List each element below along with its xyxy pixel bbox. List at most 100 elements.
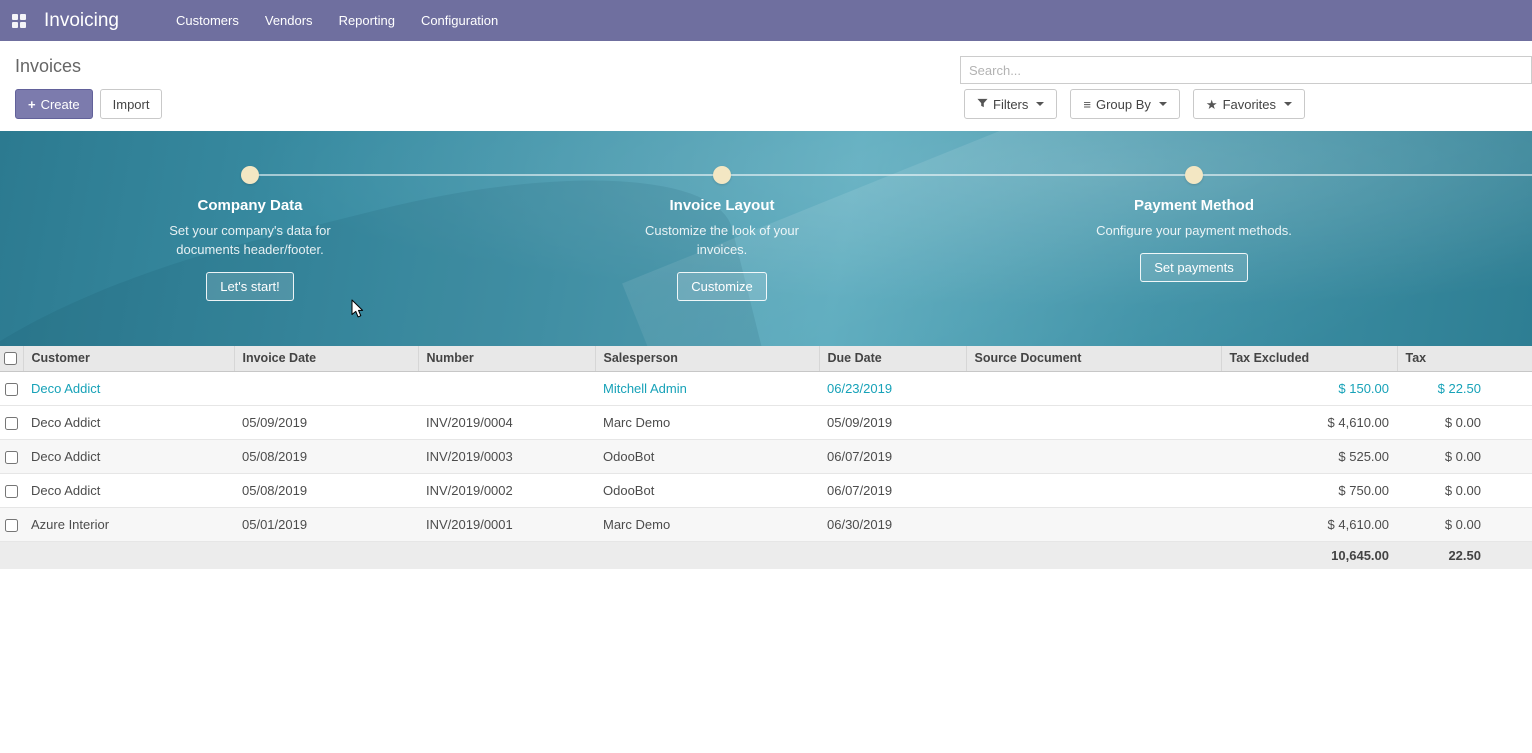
cell-tax: $ 0.00 <box>1397 473 1532 507</box>
onboarding-step-company-data: Company Data Set your company's data for… <box>100 197 400 301</box>
star-icon: ★ <box>1206 98 1218 111</box>
invoice-row[interactable]: Deco Addict 05/09/2019 INV/2019/0004 Mar… <box>0 405 1532 439</box>
column-header-invoice-date[interactable]: Invoice Date <box>234 346 418 371</box>
step-title: Invoice Layout <box>572 197 872 214</box>
row-select-cell <box>0 439 23 473</box>
cell-source-document <box>966 473 1221 507</box>
apps-grid-icon <box>12 14 26 28</box>
column-header-customer[interactable]: Customer <box>23 346 234 371</box>
cell-due-date: 06/07/2019 <box>819 473 966 507</box>
cell-salesperson: OdooBot <box>595 473 819 507</box>
search-options: Filters ≡ Group By ★ Favorites <box>964 89 1305 119</box>
cell-number: INV/2019/0004 <box>418 405 595 439</box>
apps-menu-button[interactable] <box>0 0 38 41</box>
cell-salesperson: Marc Demo <box>595 405 819 439</box>
cell-tax-excluded: $ 150.00 <box>1221 371 1397 405</box>
cell-tax: $ 0.00 <box>1397 507 1532 541</box>
create-button-label: Create <box>41 97 80 112</box>
cell-invoice-date: 05/09/2019 <box>234 405 418 439</box>
cell-customer: Deco Addict <box>23 439 234 473</box>
nav-item-configuration[interactable]: Configuration <box>408 0 511 41</box>
import-button[interactable]: Import <box>100 89 163 119</box>
cell-tax: $ 22.50 <box>1397 371 1532 405</box>
filters-button[interactable]: Filters <box>964 89 1057 119</box>
column-header-due-date[interactable]: Due Date <box>819 346 966 371</box>
step-description: Set your company's data for documents he… <box>145 221 355 259</box>
top-navbar: Invoicing Customers Vendors Reporting Co… <box>0 0 1532 41</box>
cell-source-document <box>966 405 1221 439</box>
favorites-button[interactable]: ★ Favorites <box>1193 89 1305 119</box>
step-dot-payment-method <box>1185 166 1203 184</box>
app-name[interactable]: Invoicing <box>44 10 119 32</box>
list-icon: ≡ <box>1083 98 1091 111</box>
cell-invoice-date: 05/01/2019 <box>234 507 418 541</box>
invoice-row[interactable]: Azure Interior 05/01/2019 INV/2019/0001 … <box>0 507 1532 541</box>
cell-tax: $ 0.00 <box>1397 439 1532 473</box>
nav-item-reporting[interactable]: Reporting <box>326 0 408 41</box>
cell-tax: $ 0.00 <box>1397 405 1532 439</box>
cell-invoice-date: 05/08/2019 <box>234 439 418 473</box>
column-header-tax-excluded[interactable]: Tax Excluded <box>1221 346 1397 371</box>
cell-tax-excluded: $ 750.00 <box>1221 473 1397 507</box>
group-by-label: Group By <box>1096 97 1151 112</box>
cell-salesperson: Marc Demo <box>595 507 819 541</box>
import-button-label: Import <box>113 97 150 112</box>
group-by-button[interactable]: ≡ Group By <box>1070 89 1180 119</box>
nav-item-customers[interactable]: Customers <box>163 0 252 41</box>
row-checkbox[interactable] <box>5 383 18 396</box>
cell-tax-excluded: $ 4,610.00 <box>1221 405 1397 439</box>
invoice-table: Customer Invoice Date Number Salesperson… <box>0 346 1532 569</box>
step-title: Payment Method <box>1044 197 1344 214</box>
caret-down-icon <box>1159 102 1167 106</box>
cell-source-document <box>966 507 1221 541</box>
row-checkbox[interactable] <box>5 417 18 430</box>
create-button[interactable]: + Create <box>15 89 93 119</box>
invoice-row[interactable]: Deco Addict 05/08/2019 INV/2019/0002 Odo… <box>0 473 1532 507</box>
step-description: Customize the look of your invoices. <box>627 221 817 259</box>
cell-invoice-date <box>234 371 418 405</box>
cell-salesperson: OdooBot <box>595 439 819 473</box>
cell-due-date: 06/07/2019 <box>819 439 966 473</box>
set-payments-button[interactable]: Set payments <box>1140 253 1248 282</box>
nav-item-vendors[interactable]: Vendors <box>252 0 326 41</box>
step-title: Company Data <box>100 197 400 214</box>
invoice-row[interactable]: Deco Addict Mitchell Admin 06/23/2019 $ … <box>0 371 1532 405</box>
customize-button[interactable]: Customize <box>677 272 766 301</box>
row-checkbox[interactable] <box>5 451 18 464</box>
step-dot-invoice-layout <box>713 166 731 184</box>
caret-down-icon <box>1284 102 1292 106</box>
mouse-cursor <box>351 299 365 320</box>
cell-salesperson: Mitchell Admin <box>595 371 819 405</box>
progress-line <box>250 174 1532 176</box>
table-header-row: Customer Invoice Date Number Salesperson… <box>0 346 1532 371</box>
cell-due-date: 06/23/2019 <box>819 371 966 405</box>
column-header-tax[interactable]: Tax <box>1397 346 1532 371</box>
total-tax-excluded: 10,645.00 <box>1221 541 1397 569</box>
invoice-row[interactable]: Deco Addict 05/08/2019 INV/2019/0003 Odo… <box>0 439 1532 473</box>
column-header-salesperson[interactable]: Salesperson <box>595 346 819 371</box>
total-tax: 22.50 <box>1397 541 1532 569</box>
filter-icon <box>977 97 988 112</box>
lets-start-button[interactable]: Let's start! <box>206 272 294 301</box>
page-title: Invoices <box>15 56 81 77</box>
plus-icon: + <box>28 98 36 111</box>
cell-due-date: 05/09/2019 <box>819 405 966 439</box>
search-input[interactable] <box>960 56 1532 84</box>
cell-source-document <box>966 371 1221 405</box>
favorites-label: Favorites <box>1223 97 1276 112</box>
row-checkbox[interactable] <box>5 519 18 532</box>
main-menu: Customers Vendors Reporting Configuratio… <box>163 0 511 41</box>
cell-customer: Deco Addict <box>23 405 234 439</box>
caret-down-icon <box>1036 102 1044 106</box>
cell-number <box>418 371 595 405</box>
onboarding-step-invoice-layout: Invoice Layout Customize the look of you… <box>572 197 872 301</box>
cell-customer: Azure Interior <box>23 507 234 541</box>
filters-label: Filters <box>993 97 1028 112</box>
totals-spacer <box>0 541 1221 569</box>
select-all-checkbox[interactable] <box>4 352 17 365</box>
row-checkbox[interactable] <box>5 485 18 498</box>
select-all-cell <box>0 346 23 371</box>
column-header-source-document[interactable]: Source Document <box>966 346 1221 371</box>
row-select-cell <box>0 371 23 405</box>
column-header-number[interactable]: Number <box>418 346 595 371</box>
